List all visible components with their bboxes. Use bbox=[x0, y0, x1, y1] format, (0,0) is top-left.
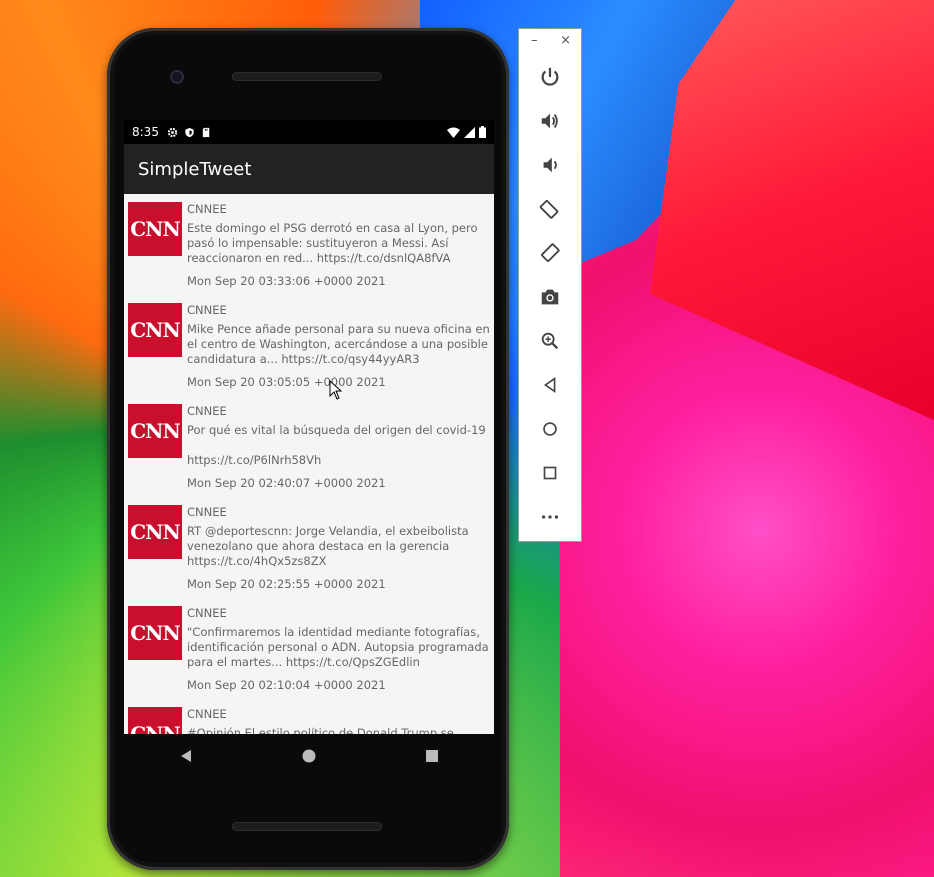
tweet-body: Mike Pence añade personal para su nueva … bbox=[187, 322, 490, 366]
tweet-screen-name: CNNEE bbox=[187, 606, 227, 620]
home-icon bbox=[543, 422, 557, 436]
profile-image[interactable]: CNN bbox=[128, 202, 182, 256]
more-button[interactable] bbox=[519, 495, 581, 539]
speaker-bottom bbox=[232, 822, 382, 831]
profile-image[interactable]: CNN bbox=[128, 606, 182, 660]
tweet-item[interactable]: CNN CNNEE Por qué es vital la búsqueda d… bbox=[124, 396, 494, 497]
tweet-body: #Opinión El estilo político de Donald Tr… bbox=[187, 726, 454, 734]
shield-icon bbox=[185, 127, 194, 137]
rotate-right-button[interactable] bbox=[519, 231, 581, 275]
volume-up-button[interactable] bbox=[519, 99, 581, 143]
tweet-item[interactable]: CNN CNNEE #Opinión El estilo político de… bbox=[124, 699, 494, 734]
volume-down-icon bbox=[543, 157, 557, 173]
camera-icon bbox=[541, 289, 559, 305]
tweet-body: "Confirmaremos la identidad mediante fot… bbox=[187, 625, 489, 669]
back-icon bbox=[543, 376, 556, 394]
tweet-item[interactable]: CNN CNNEE "Confirmaremos la identidad me… bbox=[124, 598, 494, 699]
home-button[interactable] bbox=[519, 407, 581, 451]
tweet-timestamp: Mon Sep 20 02:25:55 +0000 2021 bbox=[187, 577, 386, 591]
android-nav-bar bbox=[124, 734, 494, 778]
screenshot-button[interactable] bbox=[519, 275, 581, 319]
app-title: SimpleTweet bbox=[138, 158, 252, 180]
tweet-item[interactable]: CNN CNNEE Mike Pence añade personal para… bbox=[124, 295, 494, 396]
front-camera bbox=[170, 70, 184, 84]
tweet-screen-name: CNNEE bbox=[187, 303, 227, 317]
tweet-screen-name: CNNEE bbox=[187, 505, 227, 519]
tweet-item[interactable]: CNN CNNEE RT @deportescnn: Jorge Velandi… bbox=[124, 497, 494, 598]
mouse-cursor-icon bbox=[329, 380, 343, 400]
rotate-left-button[interactable] bbox=[519, 187, 581, 231]
tweet-feed[interactable]: CNN CNNEE Este domingo el PSG derrotó en… bbox=[124, 194, 494, 734]
overview-icon bbox=[543, 466, 557, 480]
rotate-right-icon bbox=[541, 243, 560, 262]
nav-home-icon[interactable] bbox=[302, 749, 316, 763]
tweet-timestamp: Mon Sep 20 02:40:07 +0000 2021 bbox=[187, 476, 386, 490]
volume-down-button[interactable] bbox=[519, 143, 581, 187]
speaker-top bbox=[232, 72, 382, 81]
tweet-screen-name: CNNEE bbox=[187, 404, 227, 418]
tweet-screen-name: CNNEE bbox=[187, 202, 227, 216]
nav-overview-icon[interactable] bbox=[425, 749, 439, 763]
minimize-button[interactable]: – bbox=[531, 33, 538, 55]
tweet-item[interactable]: CNN CNNEE Este domingo el PSG derrotó en… bbox=[124, 194, 494, 295]
app-toolbar: SimpleTweet bbox=[124, 144, 494, 194]
profile-image[interactable]: CNN bbox=[128, 505, 182, 559]
back-button[interactable] bbox=[519, 363, 581, 407]
close-button[interactable]: × bbox=[560, 33, 571, 55]
wifi-icon bbox=[447, 127, 460, 138]
battery-icon bbox=[479, 126, 486, 138]
zoom-icon bbox=[541, 332, 559, 350]
tweet-body: RT @deportescnn: Jorge Velandia, el exbe… bbox=[187, 524, 469, 568]
signal-icon bbox=[464, 126, 475, 138]
overview-button[interactable] bbox=[519, 451, 581, 495]
nav-back-icon[interactable] bbox=[179, 749, 193, 763]
profile-image[interactable]: CNN bbox=[128, 303, 182, 357]
tweet-body: Este domingo el PSG derrotó en casa al L… bbox=[187, 221, 478, 265]
profile-image[interactable]: CNN bbox=[128, 404, 182, 458]
more-icon bbox=[541, 515, 559, 519]
tweet-timestamp: Mon Sep 20 03:05:05 +0000 2021 bbox=[187, 375, 386, 389]
zoom-button[interactable] bbox=[519, 319, 581, 363]
status-bar: 8:35 bbox=[124, 120, 494, 144]
volume-up-icon bbox=[541, 113, 558, 129]
sd-card-icon bbox=[202, 127, 210, 137]
tweet-screen-name: CNNEE bbox=[187, 707, 227, 721]
status-time: 8:35 bbox=[132, 125, 159, 139]
rotate-left-icon bbox=[539, 200, 559, 219]
emulator-toolbar: – × bbox=[518, 28, 582, 542]
device-screen: 8:35 SimpleTweet CNN CNNEE Este domingo … bbox=[124, 120, 494, 734]
tweet-timestamp: Mon Sep 20 02:10:04 +0000 2021 bbox=[187, 678, 386, 692]
tweet-timestamp: Mon Sep 20 03:33:06 +0000 2021 bbox=[187, 274, 386, 288]
power-icon bbox=[541, 67, 559, 86]
profile-image[interactable]: CNN bbox=[128, 707, 182, 734]
power-button[interactable] bbox=[519, 55, 581, 99]
settings-icon bbox=[167, 127, 178, 137]
tweet-body: Por qué es vital la búsqueda del origen … bbox=[187, 423, 486, 467]
